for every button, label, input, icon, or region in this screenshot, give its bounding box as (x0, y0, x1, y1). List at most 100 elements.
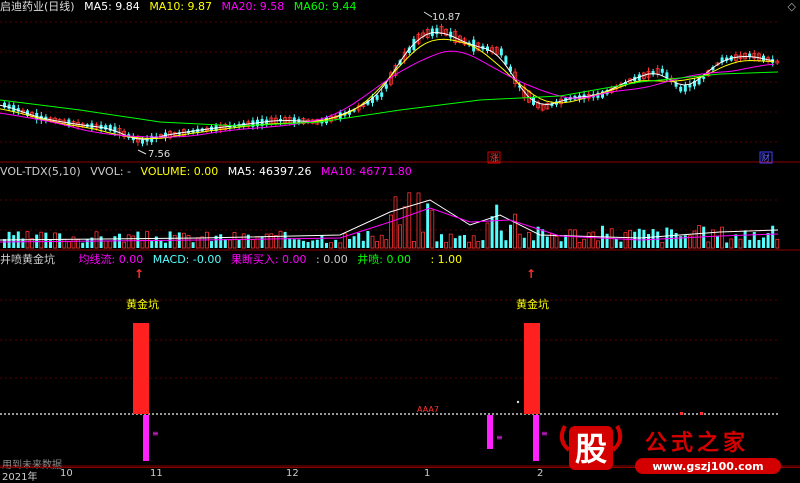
chart-canvas[interactable]: 10.87 7.56 涨 财 ↑ ↑ 黄金坑 黄金坑 AAA7 ≡ ≡ ≡ (0, 0, 800, 480)
date-tick: 11 (150, 468, 163, 479)
volume-bar-up (444, 241, 449, 249)
candle-down (435, 28, 439, 35)
blank-label: : 0.00 (316, 253, 348, 266)
volume-bar-down (113, 236, 117, 248)
volume-bar-down (136, 231, 140, 248)
event-tag-finance: 财 (761, 152, 770, 164)
low-marker-line (137, 149, 147, 155)
golden-pit-label: 黄金坑 (126, 297, 159, 311)
signal-bar-down (487, 415, 493, 449)
volume-bar-down (352, 236, 356, 248)
logo-svg: 股 公式之家 www.gszj100.com (559, 425, 781, 474)
macd-label: MACD: -0.00 (152, 253, 222, 266)
volume-bar-up (706, 241, 711, 249)
volume-bar-up (476, 240, 481, 249)
volume-bar-up (71, 236, 76, 249)
volume-bar-up (62, 238, 67, 249)
volume-bar-down (288, 238, 292, 248)
volume-bar-down (297, 239, 301, 248)
volume-bar-up (485, 222, 490, 249)
jxl-label: 均线流: 0.00 (78, 253, 144, 266)
volume-bar-down (85, 239, 89, 248)
candle-down (660, 68, 664, 73)
small-red-mark (680, 412, 683, 415)
candle-down (325, 117, 328, 124)
volume-bar-down (334, 239, 338, 248)
volume-bar-up (227, 239, 232, 249)
high-marker-line (423, 11, 433, 18)
volume-bar-up (103, 240, 108, 249)
volume-bar-down (320, 235, 324, 248)
volume-bar-up (122, 241, 126, 249)
volume-bar-down (541, 229, 545, 248)
volume-bar-up (775, 238, 780, 249)
volume-bar-down (150, 241, 154, 248)
volume-bar-down (44, 232, 48, 248)
logo-name: 公式之家 (645, 430, 749, 456)
volume-bar-down (159, 240, 163, 248)
volume-bar-down (642, 229, 646, 248)
volume-bar-up (250, 239, 255, 249)
volume-bar-up (513, 213, 517, 249)
date-tick: 12 (286, 468, 299, 479)
volume-bar-up (269, 233, 274, 249)
signal-bar-down (143, 415, 149, 461)
volume-bar-down (426, 203, 430, 248)
up-arrow-icon: ↑ (526, 267, 536, 281)
volume-bar-up (67, 241, 71, 249)
volume-bar-down (283, 231, 287, 248)
volume-bar-down (757, 239, 761, 248)
volume-bar-down (495, 204, 499, 248)
volume-bar-up (596, 240, 600, 249)
volume-bar-down (81, 242, 85, 248)
indicator-title[interactable]: 井喷黄金坑 (0, 253, 55, 266)
event-tag-up: 涨 (490, 153, 499, 164)
volume-bar-up (172, 234, 177, 249)
volume-bar-down (302, 240, 305, 248)
volume-bar-up (568, 229, 573, 249)
logo-glyph: 股 (575, 430, 607, 468)
candle-down (499, 48, 503, 56)
volume-bar-down (619, 241, 623, 248)
candle-down (683, 84, 687, 92)
golden-pit-bar (133, 323, 149, 414)
volume-bar-up (582, 238, 586, 249)
volume-bar-up (145, 231, 150, 249)
volume-label: VOLUME: 0.00 (140, 165, 219, 178)
volume-bar-down (481, 240, 485, 248)
volume-bar-up (338, 242, 343, 249)
volume-bar-down (315, 239, 319, 248)
volume-bar-up (421, 231, 426, 249)
vvol-label: VVOL: - (90, 165, 132, 178)
jp-label: 井喷: 0.00 (357, 253, 411, 266)
high-price-marker: 10.87 (432, 12, 461, 23)
volume-bar-down (725, 242, 729, 248)
one-label: : 1.00 (430, 253, 463, 266)
volume-bar-down (504, 240, 508, 248)
volume-bar-down (716, 235, 719, 248)
volume-bar-up (527, 231, 531, 249)
volume-bar-up (660, 242, 665, 249)
volume-bar-down (522, 237, 526, 248)
tiny-mark: ≡ (152, 429, 159, 438)
volume-bar-up (53, 232, 57, 249)
volume-bar-down (463, 235, 466, 248)
volume-bar-down (545, 236, 549, 248)
vol-title[interactable]: VOL-TDX(5,10) (0, 165, 81, 178)
volume-bar-down (210, 241, 213, 248)
vol-ma5-label: MA5: 46397.26 (227, 165, 312, 178)
candle-down (384, 84, 388, 89)
volume-bar-up (467, 241, 472, 249)
volume-bar-down (361, 240, 365, 248)
volume-bar-up (402, 206, 407, 249)
signal-bar-down (533, 415, 539, 461)
volume-bar-down (766, 233, 770, 248)
volume-bar-up (550, 233, 554, 249)
ma10-line (0, 38, 775, 139)
volume-bar-down (164, 242, 167, 248)
volume-bar-up (379, 234, 384, 249)
volume-bar-up (430, 209, 435, 249)
volume-bar-up (200, 236, 205, 249)
date-tick: 2 (537, 468, 544, 479)
volume-bar-down (99, 236, 103, 248)
